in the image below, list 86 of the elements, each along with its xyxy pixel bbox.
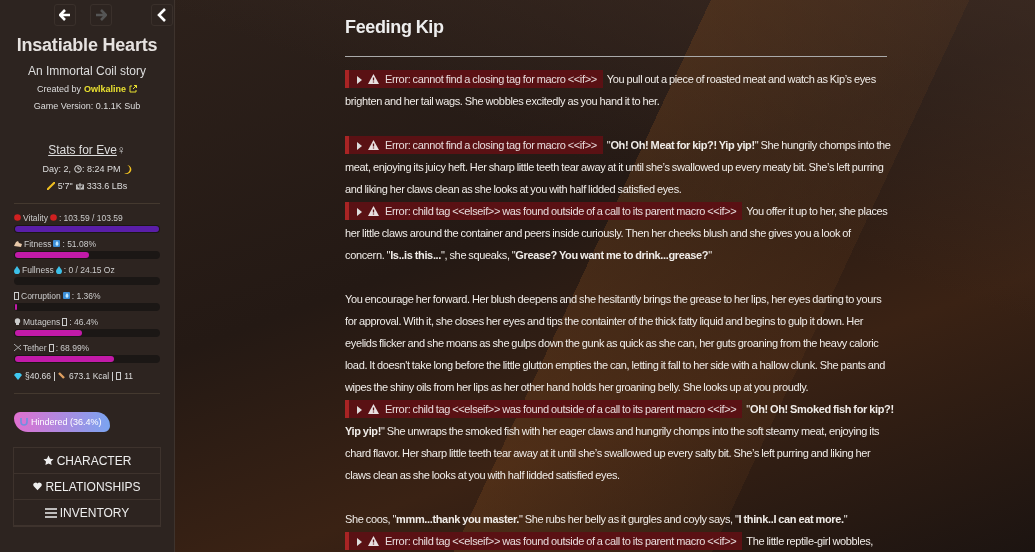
stat-value: : 1.36% <box>71 290 101 301</box>
story-text: You encourage her forward. Her blush deepens and she hesitantly brings the grease to her lips, her eyes darting to yours for approval. With it, she closes her eyes and tips the containter of the thick fatty liquid and begins to gulp it down. Her eyelids flicker and she moans as she gulps down the gunk as quick as she can, her guts groaning from the heavy caloric load. It doesn't take long before the little glutton empties the can, letting it fall to her side with a hallow clunk. She pants and wipes the shiny oils from her lips as her other hand holds her groaning belly. She looks up at you proudly. <box>345 293 886 393</box>
story-subtitle: An Immortal Coil story <box>28 64 146 78</box>
stat-value: : 0 / 24.15 Oz <box>63 264 115 275</box>
back-button[interactable] <box>53 4 76 26</box>
story-text: Yip yip!" She unwraps the smoked fish with her eager claws and hungrily chomps into the soft steamy meat, enjoying its chard flavor. Her sharp little teeth tear away at it until she’s swallowed up every salty bit. She’s left purring and liking her claws clean as she looks at you with half lidded satisfied eyes. <box>345 425 880 481</box>
stat-name: Vitality <box>23 212 48 223</box>
stat-name: Fullness <box>22 264 54 275</box>
warning-icon <box>368 140 379 150</box>
heart-icon <box>33 482 43 491</box>
caret-icon <box>357 142 362 150</box>
missing-glyph-icon <box>48 343 54 352</box>
stat-name: Mutagens <box>23 316 61 327</box>
magnet-icon <box>20 418 28 426</box>
error-toggle[interactable]: Error: child tag <<elseif>> was found outside of a call to its parent macro <<if>> <box>345 202 743 220</box>
story-text: She coos, "mmm...thank you master." She rubs her belly as it gurgles and coyly says, "I think..I can eat more." <box>345 513 848 525</box>
warning-icon <box>368 404 379 414</box>
author-link[interactable]: Owlkaline <box>84 84 127 94</box>
chevron-left-icon <box>157 8 167 22</box>
story-text: "Oh! Oh! Smoked fish for kip?! <box>746 403 894 415</box>
clock-icon <box>74 165 82 173</box>
sweat-icon <box>62 292 70 299</box>
story-text: brighten and her tail wags. She wobbles excitedly as you hand it to her. <box>345 95 660 107</box>
missing-glyph-icon <box>116 372 122 380</box>
moon-icon <box>123 164 132 174</box>
stat-value: : 68.99% <box>55 342 90 353</box>
story-text: You offer it up to her, she places <box>746 205 888 217</box>
menu-button[interactable]: RELATIONSHIPS <box>14 474 160 500</box>
stat-value: : 103.59 / 103.59 <box>58 212 123 223</box>
warning-icon <box>368 536 379 546</box>
story-title: Insatiable Hearts <box>16 35 158 56</box>
game-version: Game Version: 0.1.1K Sub <box>33 101 141 111</box>
sweat-icon <box>53 240 61 247</box>
menu-button[interactable]: CHARACTER <box>14 448 160 474</box>
story-text: The little reptile-girl wobbles, <box>746 535 874 547</box>
caret-icon <box>357 538 362 546</box>
caret-icon <box>357 76 362 84</box>
stats-link[interactable]: Stats for Eve <box>48 143 117 157</box>
stat-value: : 46.4% <box>69 316 99 327</box>
stat-name: Fitness <box>24 238 52 249</box>
drumstick-icon <box>58 372 66 380</box>
error-toggle[interactable]: Error: child tag <<elseif>> was found outside of a call to its parent macro <<if>> <box>345 400 743 418</box>
droplet-icon <box>14 265 20 274</box>
story-text: her little claws around the container and peers inside curiously. Then her cheeks blush and she gives you a look of concern. "Is..is this...", she squeaks, "Grease? You want me to drink...grease?" <box>345 227 851 261</box>
stat-name: Tether <box>23 342 47 353</box>
missing-glyph-icon <box>14 291 19 300</box>
error-toggle[interactable]: Error: child tag <<elseif>> was found outside of a call to its parent macro <<if>> <box>345 532 743 550</box>
passage-title: Feeding Kip <box>345 16 445 38</box>
gender-symbol: ♀ <box>116 143 126 157</box>
gem-icon <box>14 372 22 380</box>
collapse-button[interactable] <box>151 4 173 26</box>
story-text: "Oh! Oh! Meat for kip?! Yip yip!" She hungrily chomps into the <box>606 139 891 151</box>
day-label: Day: 2, <box>42 164 71 174</box>
external-link-icon <box>129 85 138 93</box>
caret-icon <box>357 406 362 414</box>
skull-icon <box>14 318 21 325</box>
menu-button[interactable]: INVENTORY <box>14 500 160 526</box>
credit-label: Created by <box>36 84 81 94</box>
missing-glyph-icon <box>62 317 68 326</box>
scale-icon <box>75 182 84 190</box>
heart-dot-icon <box>49 214 57 221</box>
ruler-icon <box>46 182 55 190</box>
star-icon <box>42 455 54 466</box>
count-label: 11 <box>124 371 133 381</box>
weight-label: 333.6 LBs <box>86 181 128 191</box>
muscle-icon <box>14 240 22 247</box>
stat-name: Corruption <box>21 290 61 301</box>
right-arrow-icon <box>94 9 107 21</box>
caret-icon <box>357 208 362 216</box>
height-label: 5'7" <box>57 181 73 191</box>
left-arrow-icon <box>58 9 71 21</box>
warning-icon <box>368 74 379 84</box>
error-toggle[interactable]: Error: cannot find a closing tag for macro <<if>> <box>345 136 603 154</box>
status-badge: Hindered (36.4%) <box>14 412 110 432</box>
story-text: You pull out a piece of roasted meat and watch as Kip’s eyes <box>606 73 876 85</box>
heart-dot-icon <box>14 214 21 221</box>
story-text: meat, enjoying its juicy heft. Her sharp little teeth tear away at it until she’s swallowed up every meaty bit. She’s left purring and liking her claws clean as she looks at you with half lidded satisfied eyes. <box>345 161 884 195</box>
error-toggle[interactable]: Error: cannot find a closing tag for macro <<if>> <box>345 70 603 88</box>
calories-label: 673.1 Kcal <box>69 371 110 381</box>
stat-value: : 51.08% <box>62 238 96 249</box>
money-label: §40.66 <box>25 371 51 381</box>
menu-icon <box>44 507 57 518</box>
time-label: : 8:24 PM <box>82 164 121 174</box>
warning-icon <box>368 206 379 216</box>
scissors-icon <box>14 344 21 351</box>
droplet-icon <box>55 265 62 274</box>
